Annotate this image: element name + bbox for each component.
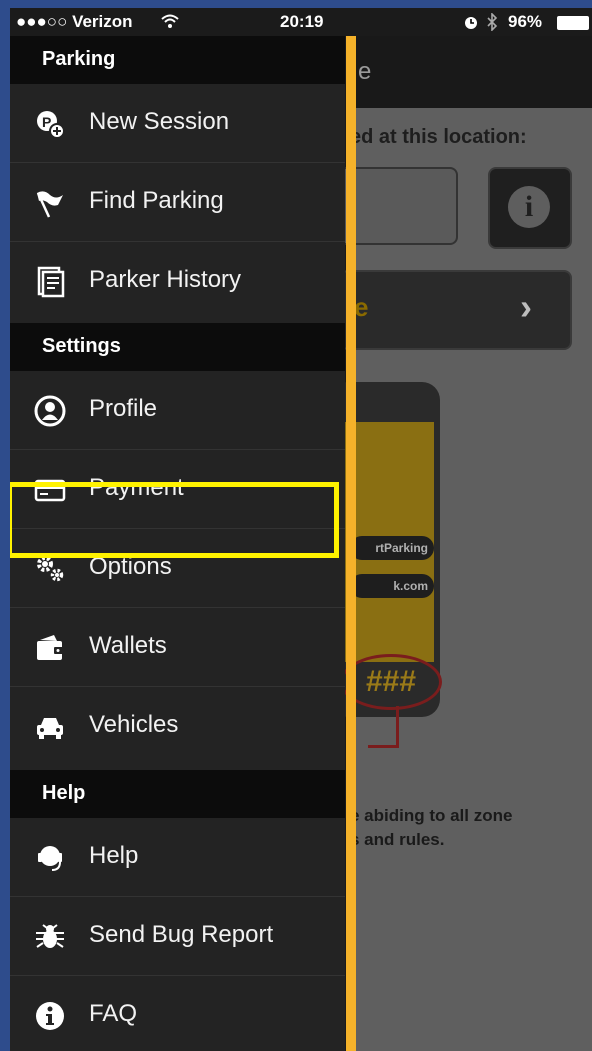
info-icon: i — [508, 186, 550, 228]
callout-line — [396, 706, 399, 748]
new-session-icon: P — [37, 111, 65, 139]
phone-pill: k.com — [350, 574, 434, 598]
menu-item-new-session[interactable]: P New Session — [10, 84, 345, 163]
status-bar: ●●●○○ Verizon 20:19 96% — [10, 8, 592, 36]
menu-item-help[interactable]: Help — [10, 818, 345, 897]
alarm-icon — [465, 17, 477, 29]
phone-screen: ●●●○○ Verizon 20:19 96% e ed at this loc… — [10, 8, 592, 1051]
menu-item-find-parking[interactable]: Find Parking — [10, 163, 345, 242]
wallet-icon — [37, 635, 64, 660]
clock: 20:19 — [280, 12, 324, 31]
battery-icon — [557, 16, 589, 30]
menu-item-faq[interactable]: FAQ — [10, 976, 345, 1051]
flag-icon — [36, 191, 63, 218]
callout-line — [368, 745, 398, 748]
history-icon — [37, 266, 65, 298]
app-footer-text: e abiding to all zone s and rules. — [350, 806, 513, 849]
continue-button[interactable]: e › — [340, 270, 572, 350]
app-title: e — [358, 58, 372, 85]
car-icon — [37, 718, 63, 739]
bluetooth-icon — [487, 13, 498, 31]
chevron-right-icon: › — [520, 286, 532, 327]
continue-label: e — [354, 292, 369, 322]
menu-item-send-bug-report[interactable]: Send Bug Report — [10, 897, 345, 976]
location-prompt: ed at this location: — [350, 126, 527, 148]
section-header-help: Help — [10, 770, 345, 818]
headset-icon — [38, 846, 62, 871]
app-header: e — [350, 36, 592, 108]
carrier-label: ●●●○○ Verizon — [16, 12, 133, 31]
menu-item-vehicles[interactable]: Vehicles — [10, 687, 345, 766]
payment-highlight-box — [10, 482, 339, 558]
drawer-edge-bar — [346, 36, 356, 1051]
section-header-settings: Settings — [10, 323, 345, 371]
info-icon — [36, 1002, 64, 1030]
battery-percent: 96% — [508, 12, 543, 31]
info-button[interactable]: i — [488, 167, 572, 249]
menu-item-profile[interactable]: Profile — [10, 371, 345, 450]
menu-item-parker-history[interactable]: Parker History — [10, 242, 345, 321]
profile-icon — [34, 395, 66, 427]
navigation-drawer: Parking P New Session Find Parking Parke… — [10, 36, 345, 1051]
bug-icon — [36, 924, 64, 948]
section-header-parking: Parking — [10, 36, 345, 84]
background-app: e ed at this location: i e › rtParking k… — [330, 36, 592, 1051]
wifi-icon — [161, 14, 179, 28]
menu-item-wallets[interactable]: Wallets — [10, 608, 345, 687]
phone-pill: rtParking — [350, 536, 434, 560]
